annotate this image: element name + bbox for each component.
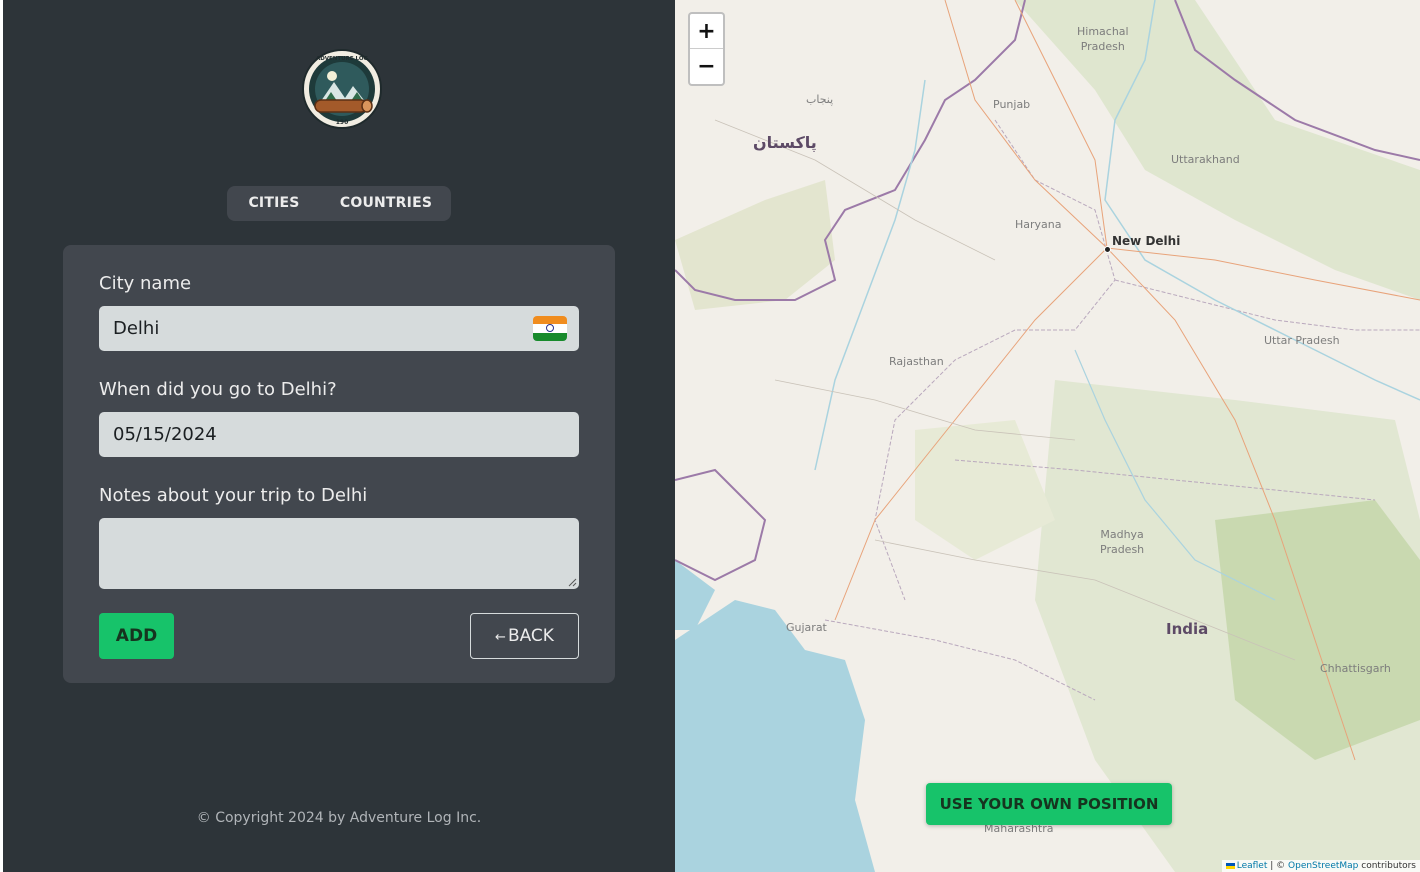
visit-date-label: When did you go to Delhi?	[99, 379, 337, 400]
city-name-label: City name	[99, 273, 192, 294]
zoom-in-button[interactable]: +	[690, 14, 723, 49]
city-country-tabs: CITIES COUNTRIES	[227, 186, 451, 221]
city-name-value: Delhi	[113, 318, 160, 339]
adventure-log-logo: 190 ADVENTURE LOG	[301, 48, 383, 130]
map-view[interactable]: + − پاکستان پنجاب Himachal Pradesh Punja…	[675, 0, 1420, 872]
leaflet-link[interactable]: Leaflet	[1237, 861, 1268, 871]
new-delhi-marker	[1104, 246, 1111, 253]
svg-text:ADVENTURE LOG: ADVENTURE LOG	[316, 56, 369, 62]
leaflet-flag-icon	[1225, 862, 1235, 869]
tab-cities[interactable]: CITIES	[227, 186, 321, 221]
trip-notes-textarea[interactable]	[99, 518, 579, 589]
city-name-input[interactable]: Delhi	[99, 306, 579, 351]
india-flag-icon	[533, 316, 567, 341]
map-label-himachal: Himachal Pradesh	[1077, 25, 1129, 53]
attribution-contributors: contributors	[1358, 861, 1416, 871]
map-tiles	[675, 0, 1420, 872]
svg-text:190: 190	[336, 119, 349, 126]
add-city-form: City name Delhi When did you go to Delhi…	[63, 245, 615, 683]
map-label-punjab-ur: پنجاب	[806, 93, 834, 106]
map-label-uttar-pradesh: Uttar Pradesh	[1264, 334, 1340, 347]
map-label-pakistan: پاکستان	[753, 133, 817, 152]
map-label-india: India	[1166, 620, 1209, 638]
map-label-uttarakhand: Uttarakhand	[1171, 153, 1240, 166]
map-label-madhya-pradesh: Madhya Pradesh	[1100, 528, 1145, 556]
zoom-control: + −	[688, 12, 725, 86]
tab-countries[interactable]: COUNTRIES	[321, 186, 451, 221]
use-own-position-button[interactable]: USE YOUR OWN POSITION	[926, 783, 1172, 825]
openstreetmap-link[interactable]: OpenStreetMap	[1288, 861, 1358, 871]
map-label-gujarat: Gujarat	[786, 621, 827, 634]
map-attribution: Leaflet | © OpenStreetMap contributors	[1221, 860, 1420, 872]
back-button[interactable]: ← BACK	[470, 613, 579, 659]
map-label-new-delhi: New Delhi	[1112, 234, 1181, 248]
zoom-out-button[interactable]: −	[690, 49, 723, 84]
add-button[interactable]: ADD	[99, 613, 174, 659]
map-label-punjab: Punjab	[993, 98, 1031, 111]
visit-date-value: 05/15/2024	[113, 424, 217, 445]
map-label-haryana: Haryana	[1015, 218, 1062, 231]
copyright-footer: © Copyright 2024 by Adventure Log Inc.	[196, 810, 482, 826]
resize-grip-icon[interactable]	[568, 578, 577, 587]
visit-date-input[interactable]: 05/15/2024	[99, 412, 579, 457]
map-label-rajasthan: Rajasthan	[889, 355, 944, 368]
back-button-label: BACK	[507, 626, 554, 646]
trip-notes-label: Notes about your trip to Delhi	[99, 485, 368, 506]
map-label-chhattisgarh: Chhattisgarh	[1320, 662, 1391, 675]
sidebar: 190 ADVENTURE LOG CITIES COUNTRIES City …	[3, 0, 675, 872]
arrow-left-icon: ←	[495, 630, 506, 645]
attribution-separator: | ©	[1267, 861, 1289, 871]
